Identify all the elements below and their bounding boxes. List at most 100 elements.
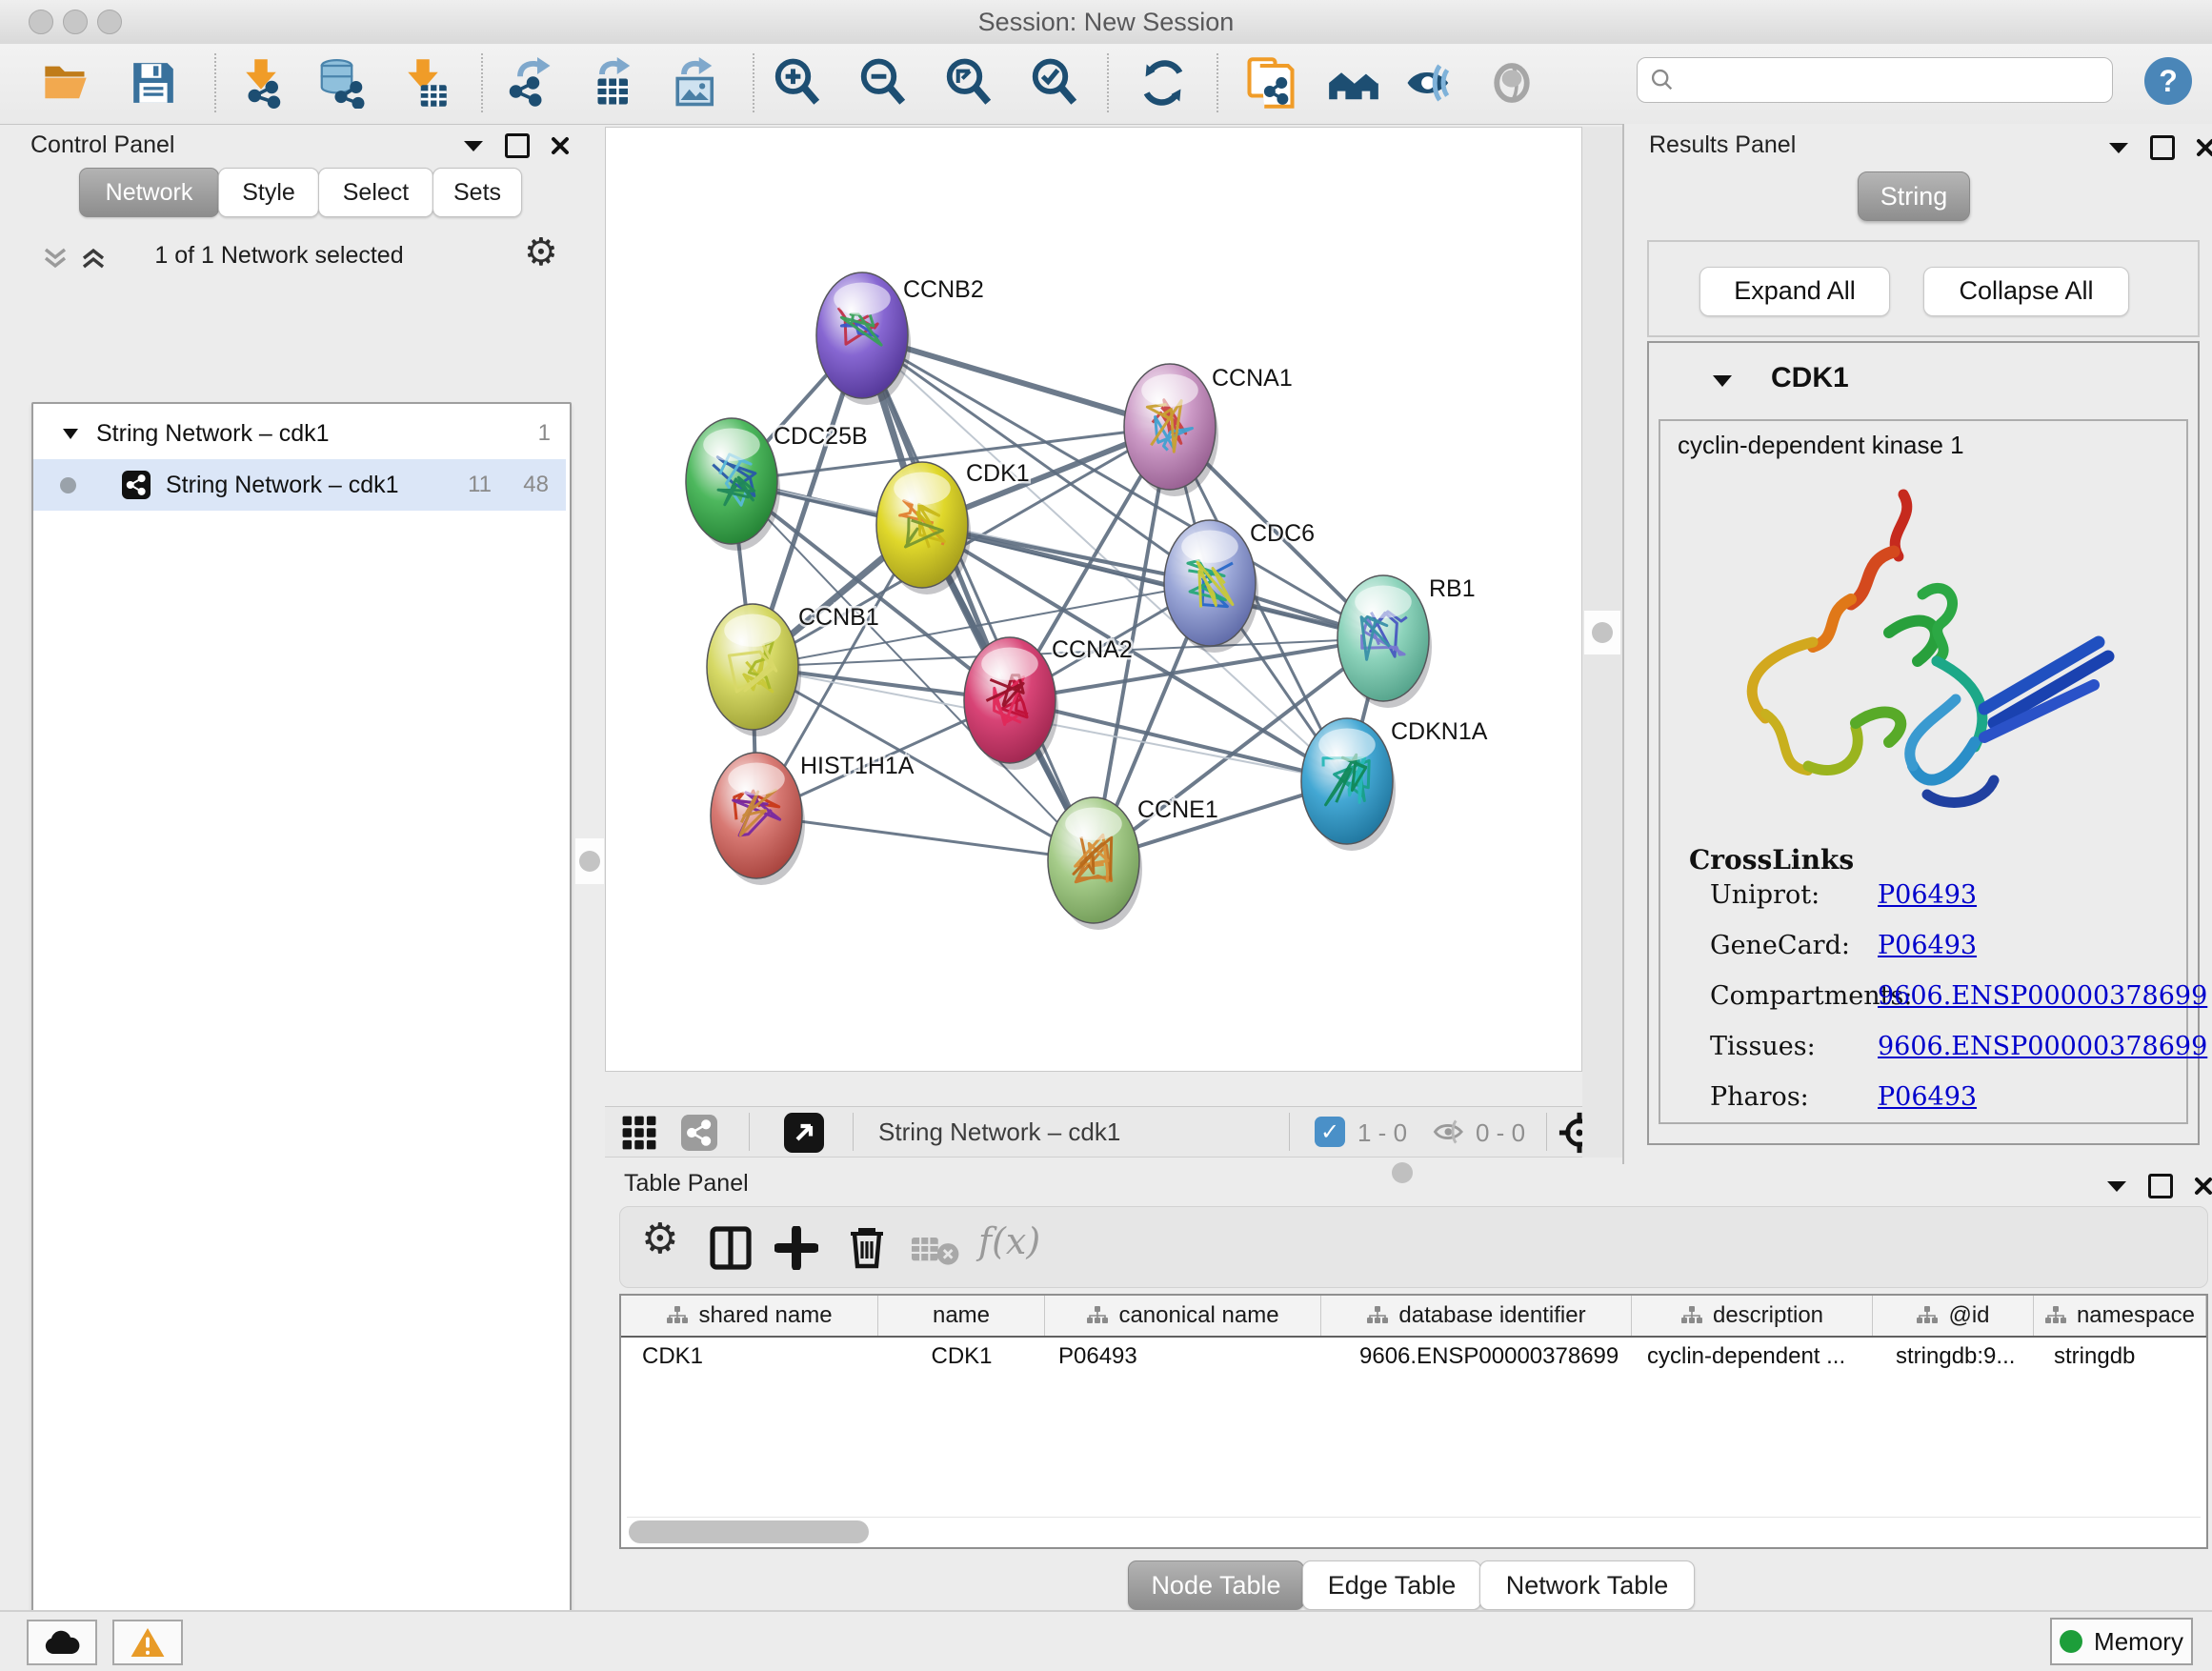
cell-database-identifier[interactable]: 9606.ENSP00000378699 — [1321, 1338, 1632, 1376]
zoom-out-button[interactable] — [855, 55, 911, 111]
collapse-panel-icon[interactable] — [2106, 1179, 2127, 1193]
node-CCNB2[interactable]: CCNB2 — [816, 272, 984, 405]
crosslink-label: Pharos: — [1710, 1082, 1809, 1112]
node-attribute-table[interactable]: shared namenamecanonical namedatabase id… — [619, 1294, 2208, 1549]
edge-CCNA2-CDKN1A[interactable] — [1010, 700, 1347, 781]
zoom-fit-button[interactable] — [941, 55, 996, 111]
cell-namespace[interactable]: stringdb — [2034, 1338, 2206, 1376]
collapse-all-button[interactable]: Collapse All — [1923, 267, 2129, 316]
crosslink-link[interactable]: 9606.ENSP00000378699 — [1878, 1032, 2207, 1061]
export-network-button[interactable] — [501, 55, 556, 111]
float-panel-icon[interactable] — [2150, 135, 2175, 160]
warning-status-button[interactable] — [112, 1620, 183, 1665]
save-session-button[interactable] — [126, 55, 181, 111]
import-network-button[interactable] — [233, 55, 289, 111]
table-options-gear-icon[interactable]: ⚙ — [641, 1215, 678, 1263]
add-column-icon[interactable] — [774, 1226, 818, 1270]
tab-select[interactable]: Select — [318, 168, 433, 217]
title-bar: Session: New Session — [0, 0, 2212, 45]
tab-sets[interactable]: Sets — [432, 168, 522, 217]
grid-view-icon[interactable] — [621, 1115, 657, 1151]
collapse-all-networks-icon[interactable] — [42, 246, 69, 271]
crosslink-link[interactable]: P06493 — [1878, 931, 1977, 960]
tab-network[interactable]: Network — [79, 168, 219, 217]
crosslink-link[interactable]: 9606.ENSP00000378699 — [1878, 981, 2207, 1011]
node-CDKN1A[interactable]: CDKN1A — [1301, 718, 1488, 851]
tab-edge-table[interactable]: Edge Table — [1302, 1560, 1481, 1610]
column-header-shared-name[interactable]: shared name — [621, 1296, 878, 1336]
cell-shared-name[interactable]: CDK1 — [621, 1338, 878, 1376]
tab-node-table[interactable]: Node Table — [1128, 1560, 1304, 1610]
edge-HIST1H1A-CCNE1[interactable] — [756, 815, 1094, 860]
network-collection-row[interactable]: String Network – cdk1 1 — [33, 410, 566, 457]
export-table-button[interactable] — [583, 55, 638, 111]
export-image-button[interactable] — [665, 55, 720, 111]
node-CCNA2[interactable]: CCNA2 — [964, 636, 1133, 770]
new-network-from-selection-button[interactable] — [1243, 55, 1298, 111]
column-header-description[interactable]: description — [1632, 1296, 1873, 1336]
close-panel-icon[interactable] — [2196, 138, 2212, 157]
edge-CCNB2-CCNE1[interactable] — [862, 335, 1094, 860]
search-input[interactable] — [1676, 66, 2089, 94]
delete-column-icon[interactable] — [847, 1224, 887, 1270]
network-view-mode-icon[interactable] — [681, 1115, 717, 1151]
tab-network-table[interactable]: Network Table — [1479, 1560, 1695, 1610]
cell-name[interactable]: CDK1 — [878, 1338, 1045, 1376]
network-row[interactable]: String Network – cdk1 11 48 — [33, 459, 566, 511]
collapse-panel-icon[interactable] — [2108, 141, 2129, 154]
cloud-status-button[interactable] — [27, 1620, 97, 1665]
cell-description[interactable]: cyclin-dependent ... — [1632, 1338, 1873, 1376]
open-session-button[interactable] — [38, 55, 93, 111]
node-CCNA1[interactable]: CCNA1 — [1124, 364, 1293, 496]
collapse-panel-icon[interactable] — [463, 139, 484, 152]
memory-button[interactable]: Memory — [2050, 1618, 2193, 1665]
zoom-selected-button[interactable] — [1027, 55, 1082, 111]
cell-canonical-name[interactable]: P06493 — [1045, 1338, 1321, 1376]
close-panel-icon[interactable] — [2194, 1177, 2212, 1196]
tab-string[interactable]: String — [1858, 171, 1970, 221]
help-button[interactable]: ? — [2144, 57, 2192, 105]
node-CCNB1[interactable]: CCNB1 — [707, 604, 879, 736]
string-sites-button[interactable] — [1326, 55, 1381, 111]
crosslink-link[interactable]: P06493 — [1878, 1082, 1977, 1112]
birds-eye-view-icon[interactable] — [784, 1113, 824, 1153]
node-CDC25B[interactable]: CDC25B — [686, 418, 868, 551]
show-columns-icon[interactable] — [710, 1226, 752, 1270]
column-header-database-identifier[interactable]: database identifier — [1321, 1296, 1632, 1336]
hide-selected-button[interactable] — [1401, 55, 1457, 111]
import-table-button[interactable] — [395, 55, 451, 111]
table-horizontal-scrollbar[interactable] — [627, 1517, 2201, 1544]
expand-all-button[interactable]: Expand All — [1699, 267, 1890, 316]
control-panel-controls — [463, 133, 570, 158]
zoom-in-button[interactable] — [770, 55, 825, 111]
hidden-node-edge-counts: 0 - 0 — [1476, 1118, 1525, 1148]
left-splitter[interactable] — [575, 838, 604, 884]
column-header-canonical-name[interactable]: canonical name — [1045, 1296, 1321, 1336]
node-CCNE1[interactable]: CCNE1 — [1048, 796, 1218, 930]
column-header-namespace[interactable]: namespace — [2034, 1296, 2206, 1336]
open-folder-icon — [41, 58, 90, 108]
scrollbar-thumb[interactable] — [629, 1520, 869, 1543]
crosslink-link[interactable]: P06493 — [1878, 880, 1977, 910]
collapse-gene-icon[interactable] — [1712, 373, 1733, 388]
float-panel-icon[interactable] — [505, 133, 530, 158]
tab-style[interactable]: Style — [218, 168, 319, 217]
refresh-button[interactable] — [1136, 55, 1191, 111]
search-box[interactable] — [1637, 57, 2113, 103]
float-panel-icon[interactable] — [2148, 1174, 2173, 1198]
close-panel-icon[interactable] — [551, 136, 570, 155]
column-header--id[interactable]: @id — [1873, 1296, 2034, 1336]
tree-expander-icon[interactable] — [62, 428, 79, 440]
right-splitter[interactable] — [1584, 611, 1620, 654]
node-RB1[interactable]: RB1 — [1337, 575, 1476, 708]
table-row[interactable]: CDK1CDK1P064939606.ENSP00000378699cyclin… — [621, 1338, 2206, 1376]
import-database-button[interactable] — [313, 55, 369, 111]
node-HIST1H1A[interactable]: HIST1H1A — [711, 753, 915, 885]
network-graph[interactable]: CCNB2CCNA1CDC25BCDK1CDC6RB1CCNB1CCNA2CDK… — [605, 127, 1582, 1072]
network-options-gear-icon[interactable]: ⚙ — [524, 231, 558, 274]
cell--id[interactable]: stringdb:9... — [1873, 1338, 2034, 1376]
network-selection-status: 1 of 1 Network selected — [122, 242, 436, 270]
expand-all-networks-icon[interactable] — [80, 246, 107, 271]
show-all-button[interactable] — [1484, 55, 1539, 111]
column-header-name[interactable]: name — [878, 1296, 1045, 1336]
